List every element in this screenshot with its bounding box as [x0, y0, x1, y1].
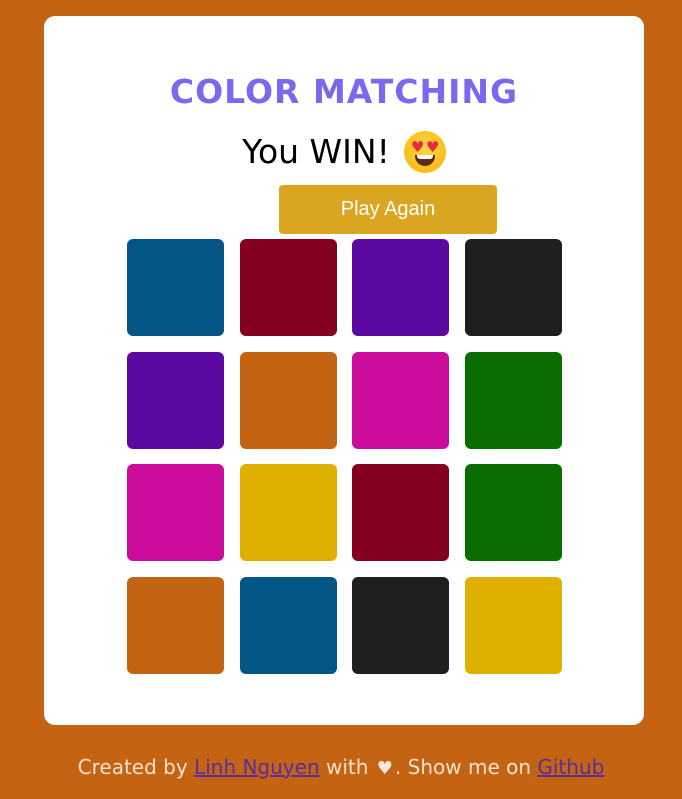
color-tile[interactable] — [127, 351, 224, 449]
color-tile[interactable] — [352, 351, 450, 449]
color-tile[interactable] — [127, 464, 224, 562]
play-again-button[interactable]: Play Again — [279, 185, 497, 234]
color-tile[interactable] — [464, 351, 562, 449]
color-tile[interactable] — [239, 576, 337, 674]
footer-middle: with — [325, 755, 369, 779]
github-link[interactable]: Github — [537, 755, 604, 779]
game-status: You WIN! ♥ ♥ — [44, 130, 644, 174]
status-text: You WIN! — [242, 132, 390, 171]
color-tile-grid — [127, 239, 562, 674]
footer-suffix: . Show me on — [394, 755, 532, 779]
color-tile[interactable] — [127, 239, 224, 336]
heart-eyes-face-icon: ♥ ♥ — [403, 131, 446, 173]
footer-prefix: Created by — [77, 755, 188, 779]
color-tile[interactable] — [464, 464, 562, 562]
color-tile[interactable] — [239, 239, 337, 336]
color-tile[interactable] — [464, 239, 562, 336]
color-tile[interactable] — [352, 464, 450, 562]
author-link[interactable]: Linh Nguyen — [194, 755, 320, 779]
color-tile[interactable] — [239, 464, 337, 562]
color-tile[interactable] — [352, 239, 450, 336]
color-tile[interactable] — [352, 576, 450, 674]
color-tile[interactable] — [127, 576, 224, 674]
footer: Created by Linh Nguyen with ♥. Show me o… — [0, 753, 682, 783]
color-tile[interactable] — [464, 576, 562, 674]
heart-icon: ♥ — [376, 758, 393, 779]
color-tile[interactable] — [239, 351, 337, 449]
page-title: COLOR MATCHING — [169, 72, 519, 111]
